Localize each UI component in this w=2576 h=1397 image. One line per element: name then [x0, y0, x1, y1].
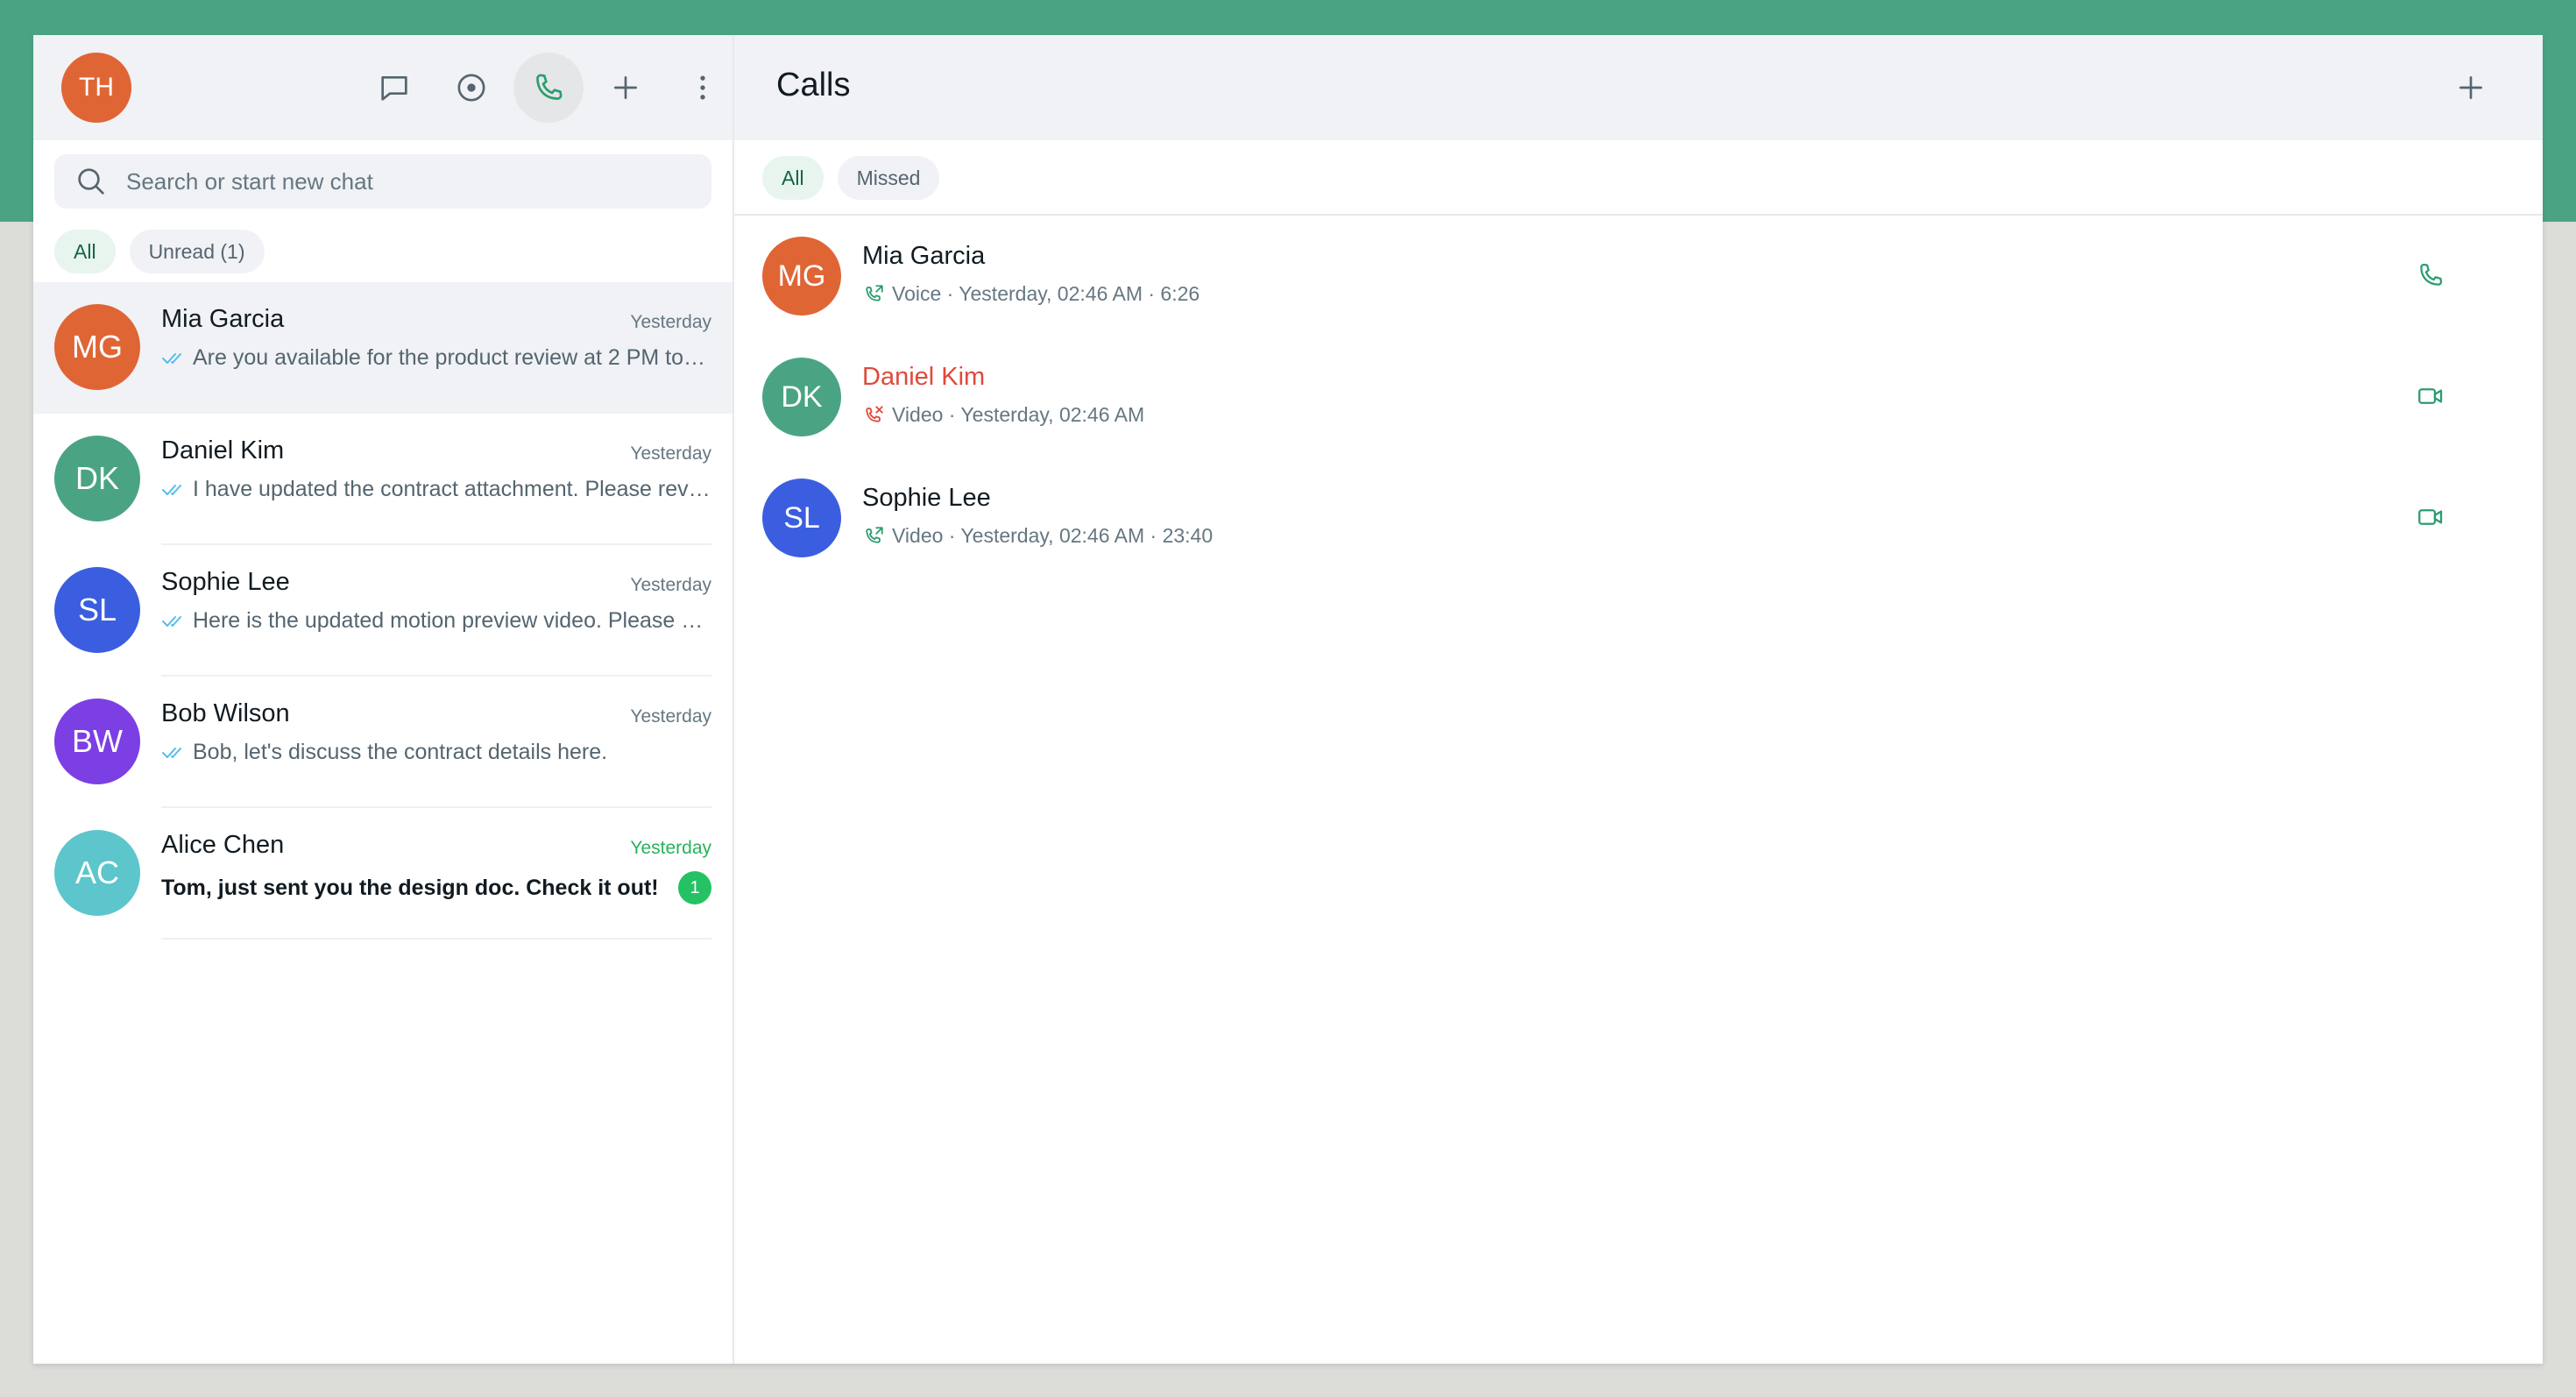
chat-preview-text: Here is the updated motion preview video… [193, 608, 711, 633]
app-window: TH All Unread (1) [33, 35, 2543, 1364]
avatar: BW [54, 698, 140, 784]
avatar: DK [54, 436, 140, 521]
chat-preview: Tom, just sent you the design doc. Check… [161, 871, 711, 904]
chat-name: Alice Chen [161, 831, 285, 859]
chat-preview: Here is the updated motion preview video… [161, 608, 711, 634]
call-row-mia-garcia[interactable]: MG Mia Garcia Voice · Yesterday, 02:46 A… [734, 216, 2543, 337]
page-title: Calls [776, 67, 851, 103]
new-call-button[interactable] [2443, 60, 2499, 116]
call-list: MG Mia Garcia Voice · Yesterday, 02:46 A… [734, 216, 2543, 578]
plus-icon [2459, 76, 2482, 99]
calls-panel: Calls All Missed MG Mia Garcia Voice · Y… [734, 35, 2543, 1364]
chat-name: Daniel Kim [161, 436, 285, 464]
sidebar: TH All Unread (1) [33, 35, 734, 1364]
chat-list: MG Mia Garcia Yesterday Are you availabl… [33, 282, 732, 940]
calls-icon[interactable] [513, 53, 584, 123]
filter-unread[interactable]: Unread (1) [129, 230, 265, 273]
search-icon [74, 164, 109, 199]
chat-preview-text: Tom, just sent you the design doc. Check… [161, 875, 659, 900]
sidebar-header: TH [33, 35, 732, 140]
chat-time: Yesterday [630, 443, 711, 464]
chat-name: Bob Wilson [161, 699, 290, 727]
unread-badge: 1 [678, 871, 711, 904]
filter-missed-calls[interactable]: Missed [837, 156, 940, 200]
missed-call-icon [862, 404, 885, 427]
search-bar[interactable] [54, 154, 711, 209]
double-check-icon [161, 350, 186, 367]
call-name: Mia Garcia [862, 242, 986, 270]
chat-name: Mia Garcia [161, 305, 285, 333]
outgoing-call-icon [862, 525, 885, 548]
filter-all[interactable]: All [54, 230, 116, 273]
video-call-button[interactable] [2413, 500, 2448, 535]
chat-preview: Are you available for the product review… [161, 345, 711, 371]
chat-time: Yesterday [630, 312, 711, 332]
call-filters: All Missed [762, 156, 940, 200]
chat-row-daniel-kim[interactable]: DK Daniel Kim Yesterday I have updated t… [33, 414, 732, 545]
chat-time: Yesterday [630, 575, 711, 595]
avatar: AC [54, 830, 140, 916]
chat-row-mia-garcia[interactable]: MG Mia Garcia Yesterday Are you availabl… [33, 282, 732, 414]
double-check-icon [161, 481, 186, 499]
call-meta-text: Video · Yesterday, 02:46 AM · 23:40 [892, 524, 1214, 547]
chat-preview-text: Are you available for the product review… [193, 345, 711, 370]
chat-row-bob-wilson[interactable]: BW Bob Wilson Yesterday Bob, let's discu… [33, 677, 732, 808]
call-meta: Video · Yesterday, 02:46 AM · 23:40 [862, 524, 1213, 548]
video-camera-icon [2418, 509, 2443, 525]
chat-time: Yesterday [630, 838, 711, 858]
chat-filters: All Unread (1) [54, 230, 265, 273]
call-name: Daniel Kim [862, 363, 986, 391]
double-check-icon [161, 744, 186, 762]
avatar: SL [54, 567, 140, 653]
chat-row-alice-chen[interactable]: AC Alice Chen Yesterday Tom, just sent y… [33, 808, 732, 940]
chat-preview-text: Bob, let's discuss the contract details … [193, 740, 608, 764]
avatar: DK [762, 358, 841, 436]
call-name: Sophie Lee [862, 484, 991, 512]
my-avatar[interactable]: TH [61, 53, 131, 123]
chat-name: Sophie Lee [161, 568, 290, 596]
avatar: MG [762, 237, 841, 316]
avatar: SL [762, 479, 841, 557]
calls-header: Calls [734, 35, 2543, 140]
calls-filter-bar: All Missed [734, 140, 2543, 216]
call-meta: Voice · Yesterday, 02:46 AM · 6:26 [862, 282, 1200, 306]
video-call-button[interactable] [2413, 379, 2448, 414]
chat-preview: Bob, let's discuss the contract details … [161, 740, 711, 765]
chat-preview-text: I have updated the contract attachment. … [193, 477, 711, 501]
video-camera-icon [2418, 388, 2443, 404]
call-row-sophie-lee[interactable]: SL Sophie Lee Video · Yesterday, 02:46 A… [734, 457, 2543, 578]
call-row-daniel-kim[interactable]: DK Daniel Kim Video · Yesterday, 02:46 A… [734, 337, 2543, 457]
new-chat-icon[interactable] [591, 53, 661, 123]
menu-icon[interactable] [668, 53, 738, 123]
call-meta-text: Voice · Yesterday, 02:46 AM · 6:26 [892, 282, 1200, 305]
avatar: MG [54, 304, 140, 390]
chat-row-sophie-lee[interactable]: SL Sophie Lee Yesterday Here is the upda… [33, 545, 732, 677]
chat-preview: I have updated the contract attachment. … [161, 477, 711, 502]
chats-icon[interactable] [359, 53, 429, 123]
outgoing-call-icon [862, 283, 885, 306]
search-input[interactable] [126, 167, 687, 195]
call-meta: Video · Yesterday, 02:46 AM [862, 403, 1144, 427]
double-check-icon [161, 613, 186, 630]
row-divider [161, 938, 711, 940]
chat-time: Yesterday [630, 706, 711, 727]
call-meta-text: Video · Yesterday, 02:46 AM [892, 403, 1145, 426]
phone-icon [2420, 263, 2443, 286]
filter-all-calls[interactable]: All [762, 156, 824, 200]
voice-call-button[interactable] [2413, 258, 2448, 293]
status-icon[interactable] [436, 53, 506, 123]
